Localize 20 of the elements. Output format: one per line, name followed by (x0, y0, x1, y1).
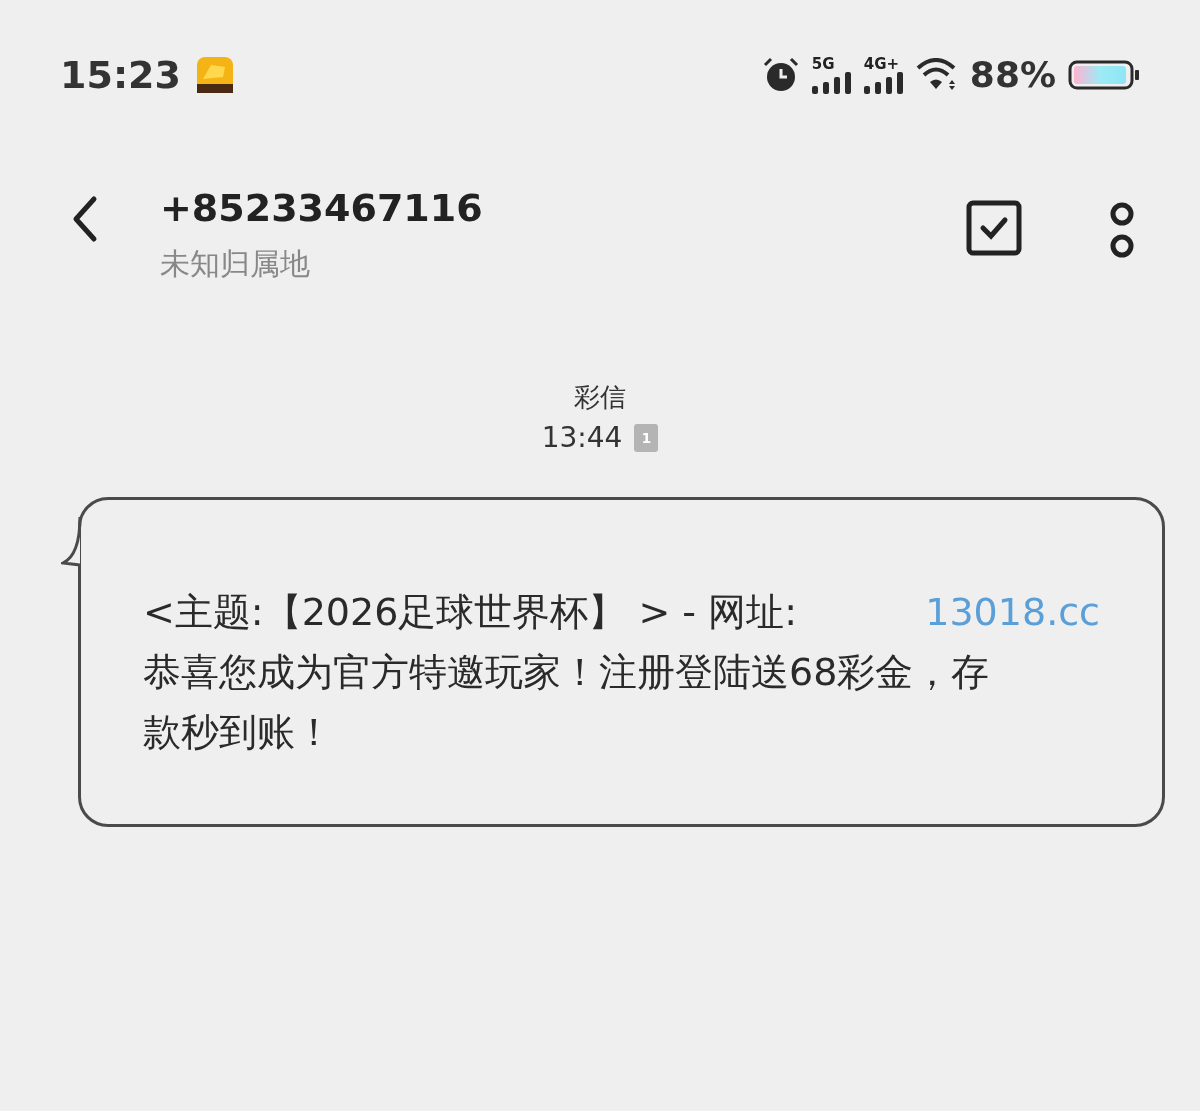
message-text: 恭喜您成为官方特邀玩家！注册登陆送68彩金，存款秒到账！ (143, 649, 991, 756)
alarm-icon (761, 56, 800, 94)
message-subject: <主题:【2026足球世界杯】 > - 网址: (143, 589, 797, 636)
signal-icon (811, 71, 852, 94)
message-type: 彩信 (574, 381, 626, 414)
message-link[interactable]: 13018.cc (925, 582, 1100, 642)
battery-icon (1068, 60, 1140, 90)
sim-badge: 1 (634, 424, 659, 452)
contact-number: +85233467116 (160, 185, 484, 232)
clock-time: 15:23 (60, 51, 181, 99)
select-button[interactable] (966, 200, 1022, 256)
wifi-icon (915, 58, 958, 92)
app-icon (196, 57, 233, 93)
battery-percent: 88% (969, 53, 1056, 97)
message-time: 13:44 (541, 420, 623, 456)
contact-location: 未知归属地 (160, 245, 311, 283)
checkbox-icon (966, 200, 1022, 256)
signal-icon (863, 71, 904, 94)
network-label: 4G+ (863, 56, 900, 72)
network-label: 5G (811, 56, 835, 72)
